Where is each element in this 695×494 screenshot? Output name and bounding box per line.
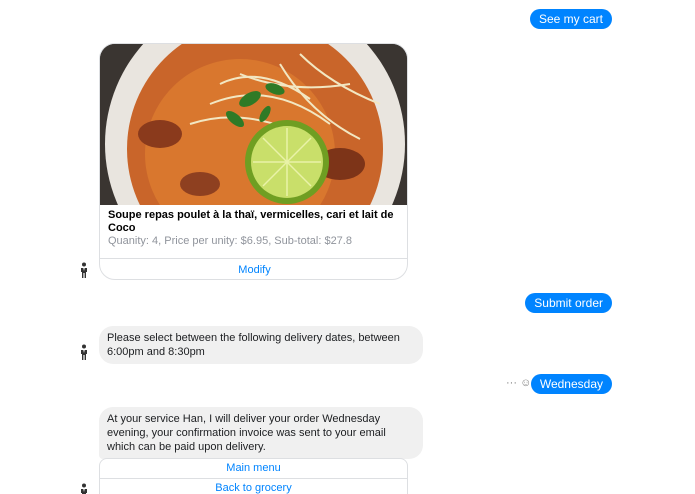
message-actions: ··· ☺ — [506, 377, 531, 389]
message-see-my-cart: See my cart — [529, 9, 612, 29]
message-wednesday: Wednesday — [530, 374, 612, 394]
bot-avatar — [81, 483, 87, 494]
emoji-reaction-icon[interactable]: ☺ — [520, 377, 531, 389]
card-title: Soupe repas poulet à la thaï, vermicelle… — [108, 209, 394, 234]
message-confirmation: At your service Han, I will deliver your… — [99, 407, 423, 459]
more-options-icon[interactable]: ··· — [506, 377, 517, 389]
product-card: Soupe repas poulet à la thaï, vermicelle… — [99, 43, 408, 280]
bot-avatar — [81, 262, 87, 278]
thai-soup-image — [100, 44, 407, 205]
modify-button[interactable]: Modify — [100, 258, 407, 279]
main-menu-button[interactable]: Main menu — [99, 458, 408, 479]
soup-illustration — [100, 44, 407, 205]
back-to-grocery-button[interactable]: Back to grocery — [99, 478, 408, 494]
bot-avatar — [81, 344, 87, 360]
message-submit-order: Submit order — [525, 293, 612, 313]
card-subtitle: Quanity: 4, Price per unity: $6.95, Sub-… — [108, 235, 352, 247]
message-select-dates: Please select between the following deli… — [99, 326, 423, 364]
